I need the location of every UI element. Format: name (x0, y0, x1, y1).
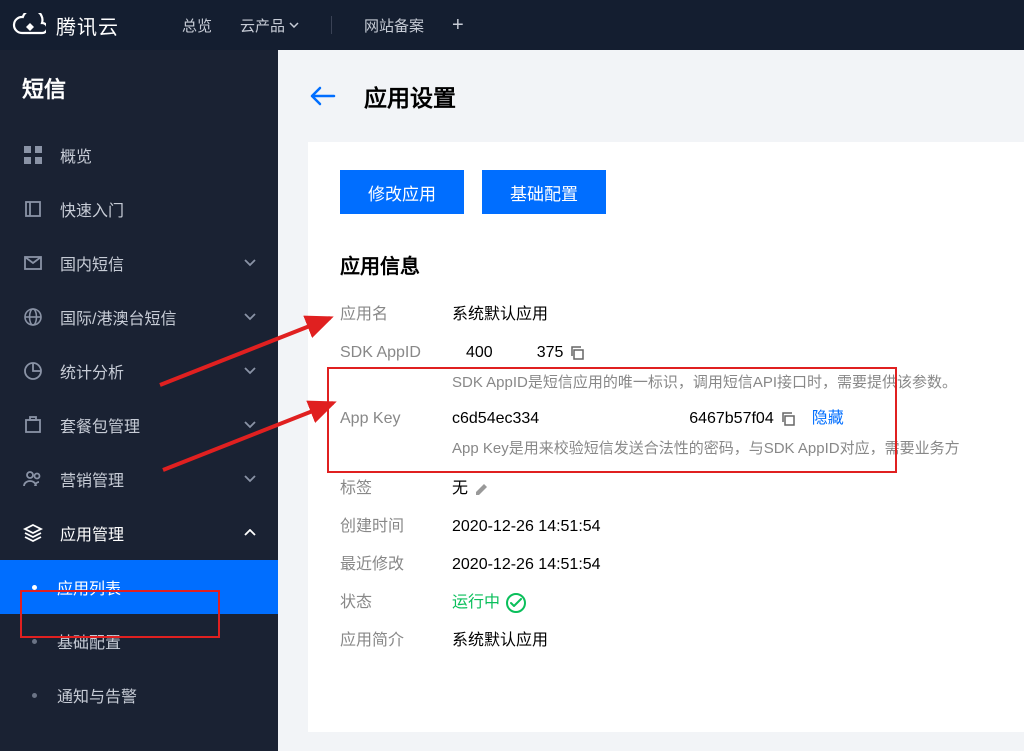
check-circle-icon (506, 593, 526, 613)
row-sdk-appid: SDK AppID 400375 SDK AppID是短信应用的唯一标识，调用短… (340, 341, 992, 395)
copy-icon[interactable] (780, 411, 796, 427)
sidebar-sub-applist[interactable]: 应用列表 (0, 560, 278, 614)
globe-icon (22, 306, 44, 328)
dot-icon (32, 639, 37, 644)
tab-modify-app[interactable]: 修改应用 (340, 170, 464, 214)
nav-products[interactable]: 云产品 (240, 15, 299, 36)
chevron-down-icon (244, 313, 256, 321)
sidebar-item-quickstart[interactable]: 快速入门 (0, 182, 278, 236)
add-icon[interactable]: + (452, 14, 464, 37)
sidebar-sub-alert[interactable]: 通知与告警 (0, 668, 278, 722)
chevron-down-icon (244, 421, 256, 429)
app-key-value: c6d54ec3346467b57f04 (452, 407, 774, 431)
chart-icon (22, 360, 44, 382)
book-icon (22, 198, 44, 220)
brand-text: 腾讯云 (56, 11, 119, 40)
edit-icon[interactable] (474, 481, 490, 497)
chevron-down-icon (244, 259, 256, 267)
row-status: 状态 运行中 (340, 591, 992, 615)
layers-icon (22, 522, 44, 544)
back-arrow-icon[interactable] (310, 86, 336, 106)
app-card: 修改应用 基础配置 应用信息 应用名 系统默认应用 SDK AppID 4003… (308, 142, 1024, 732)
sidebar: 短信 概览 快速入门 国内短信 国际/港澳台短信 统计分析 套餐包管理 (0, 50, 278, 751)
sidebar-item-overview[interactable]: 概览 (0, 128, 278, 182)
nav-overview[interactable]: 总览 (182, 15, 212, 36)
sidebar-item-stats[interactable]: 统计分析 (0, 344, 278, 398)
chevron-down-icon (244, 475, 256, 483)
row-modified: 最近修改 2020-12-26 14:51:54 (340, 553, 992, 577)
sdk-appid-desc: SDK AppID是短信应用的唯一标识，调用短信API接口时，需要提供该参数。 (452, 371, 992, 395)
hide-link[interactable]: 隐藏 (812, 407, 844, 431)
sidebar-item-sms-intl[interactable]: 国际/港澳台短信 (0, 290, 278, 344)
row-created: 创建时间 2020-12-26 14:51:54 (340, 515, 992, 539)
main-content: 应用设置 修改应用 基础配置 应用信息 应用名 系统默认应用 SDK AppID… (278, 50, 1024, 751)
brand[interactable]: 腾讯云 (12, 11, 182, 40)
section-title: 应用信息 (340, 250, 992, 279)
sidebar-sub-basic[interactable]: 基础配置 (0, 614, 278, 668)
chevron-up-icon (244, 529, 256, 537)
page-title: 应用设置 (364, 79, 456, 113)
sdk-appid-value: 400375 (452, 341, 563, 365)
tab-basic-config[interactable]: 基础配置 (482, 170, 606, 214)
chevron-down-icon (289, 22, 299, 28)
top-bar: 腾讯云 总览 云产品 网站备案 + (0, 0, 1024, 50)
row-app-name: 应用名 系统默认应用 (340, 303, 992, 327)
separator (331, 16, 332, 34)
sidebar-item-apps[interactable]: 应用管理 (0, 506, 278, 560)
row-tags: 标签 无 (340, 477, 992, 501)
chevron-down-icon (244, 367, 256, 375)
dot-icon (32, 585, 37, 590)
app-key-desc: App Key是用来校验短信发送合法性的密码，与SDK AppID对应，需要业务… (452, 437, 992, 461)
row-intro: 应用简介 系统默认应用 (340, 629, 992, 653)
sidebar-item-package[interactable]: 套餐包管理 (0, 398, 278, 452)
nav-beian[interactable]: 网站备案 (364, 15, 424, 36)
copy-icon[interactable] (569, 345, 585, 361)
sidebar-title: 短信 (0, 72, 278, 128)
sidebar-item-marketing[interactable]: 营销管理 (0, 452, 278, 506)
sidebar-item-sms-cn[interactable]: 国内短信 (0, 236, 278, 290)
package-icon (22, 414, 44, 436)
dot-icon (32, 693, 37, 698)
cloud-logo-icon (12, 13, 46, 37)
top-nav: 总览 云产品 网站备案 + (182, 14, 464, 37)
mail-icon (22, 252, 44, 274)
row-app-key: App Key c6d54ec3346467b57f04 隐藏 App Key是… (340, 407, 992, 461)
grid-icon (22, 144, 44, 166)
people-icon (22, 468, 44, 490)
